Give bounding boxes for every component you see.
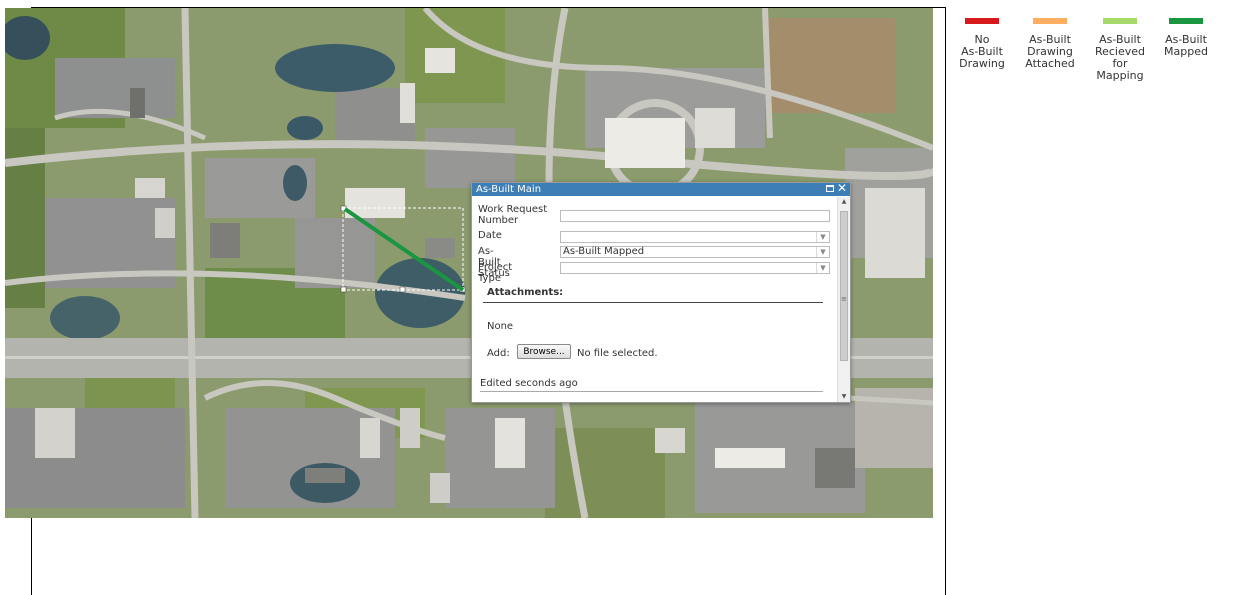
popup-titlebar[interactable]: As-Built Main ✕ (472, 182, 850, 196)
attribute-popup[interactable]: As-Built Main ✕ Work Request Number Date… (471, 182, 851, 403)
legend-item-received-for-mapping: As-Built Recieved for Mapping (1084, 18, 1156, 82)
browse-button[interactable]: Browse... (517, 344, 571, 359)
popup-body: Work Request Number Date ▼ As-Built Stat… (472, 197, 837, 402)
work-request-input[interactable] (560, 210, 830, 222)
scroll-grip-icon: ≡ (841, 295, 847, 303)
maximize-icon[interactable] (826, 185, 834, 192)
close-icon[interactable]: ✕ (837, 182, 847, 195)
legend-item-mapped: As-Built Mapped (1150, 18, 1222, 58)
legend-item-no-drawing: No As-Built Drawing (946, 18, 1018, 70)
popup-title: As-Built Main (476, 184, 542, 195)
status-value: As-Built Mapped (563, 246, 645, 257)
date-label: Date (478, 230, 502, 241)
scroll-thumb[interactable] (840, 211, 848, 361)
project-type-label: Project Type (478, 262, 513, 284)
popup-scrollbar[interactable]: ▲ ≡ ▼ (837, 197, 850, 402)
attachments-divider (483, 302, 823, 303)
project-type-select[interactable]: ▼ (560, 262, 830, 274)
chevron-down-icon[interactable]: ▼ (816, 232, 829, 242)
legend-label: Mapping (1096, 69, 1144, 82)
footer-divider (480, 391, 823, 392)
legend-label: Mapped (1164, 45, 1208, 58)
no-file-text: No file selected. (577, 348, 658, 359)
attachments-none: None (487, 321, 514, 332)
attachments-title: Attachments: (487, 287, 564, 298)
legend-swatch (965, 18, 999, 24)
legend-swatch (1169, 18, 1203, 24)
scroll-up-icon[interactable]: ▲ (838, 197, 850, 207)
right-border (945, 8, 946, 595)
date-input[interactable]: ▼ (560, 231, 830, 243)
add-label: Add: (487, 348, 510, 359)
legend-label: Attached (1025, 57, 1075, 70)
chevron-down-icon[interactable]: ▼ (816, 263, 829, 273)
legend-item-drawing-attached: As-Built Drawing Attached (1014, 18, 1086, 70)
legend-swatch (1103, 18, 1137, 24)
legend-label: Drawing (959, 57, 1005, 70)
legend-swatch (1033, 18, 1067, 24)
status-select[interactable]: As-Built Mapped ▼ (560, 246, 830, 258)
edited-text: Edited seconds ago (480, 378, 578, 389)
work-request-label: Work Request Number (478, 204, 548, 226)
chevron-down-icon[interactable]: ▼ (816, 247, 829, 257)
scroll-down-icon[interactable]: ▼ (838, 392, 850, 402)
